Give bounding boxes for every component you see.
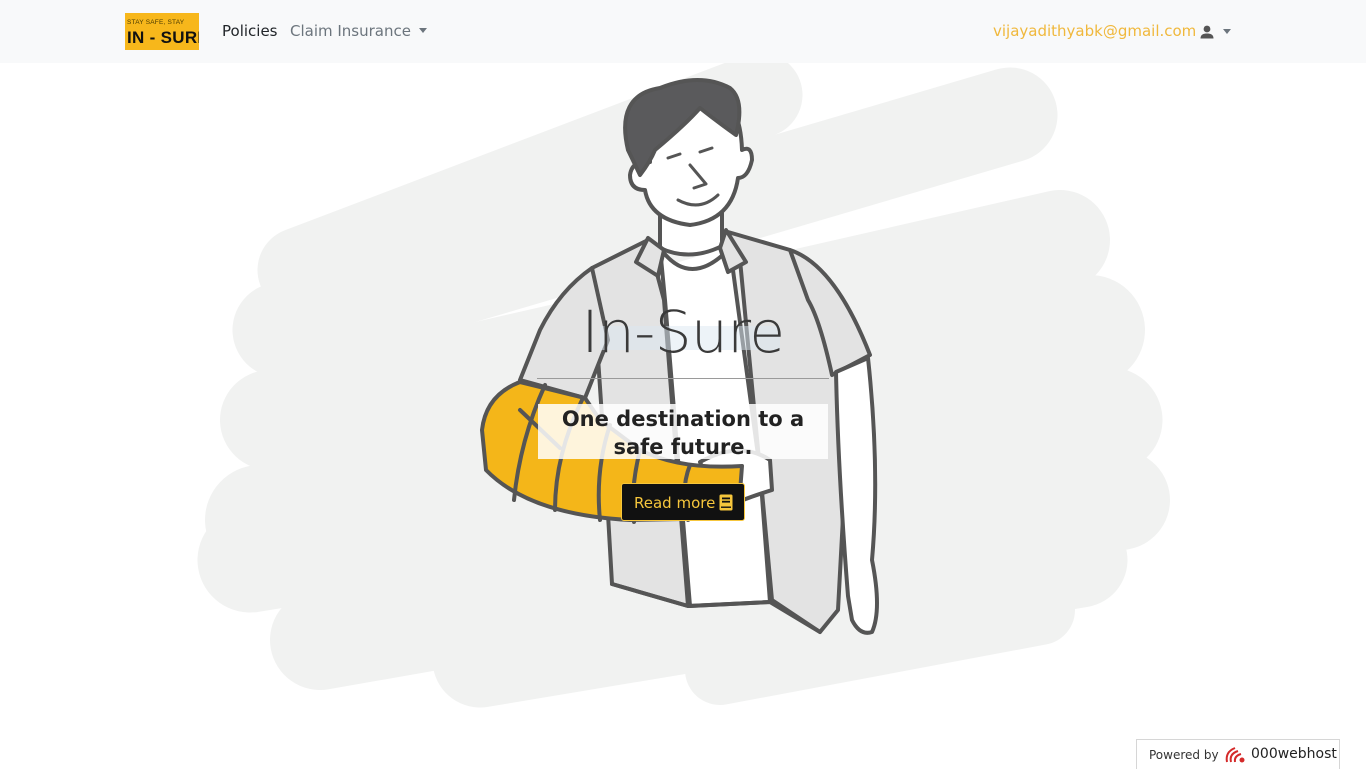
webhost-name: 000webhost (1251, 746, 1337, 762)
hero-title: In-Sure (581, 298, 785, 366)
hero-tagline: One destination to a safe future. (561, 407, 805, 459)
brand-name: IN - SURE (127, 28, 199, 47)
powered-by-badge[interactable]: Powered by 000webhost (1136, 739, 1340, 769)
brand-tagline: STAY SAFE, STAY (127, 19, 185, 26)
brand-logo[interactable]: STAY SAFE, STAY IN - SURE (125, 13, 199, 50)
webhost-logo-icon (1225, 747, 1245, 763)
user-icon (1200, 25, 1214, 39)
user-email[interactable]: vijayadithyabk@gmail.com (993, 22, 1196, 40)
top-navbar: STAY SAFE, STAY IN - SURE Policies Claim… (0, 0, 1366, 63)
hero-divider (537, 378, 829, 379)
user-menu-dropdown[interactable] (1199, 22, 1235, 42)
chevron-down-icon (1223, 29, 1231, 34)
nav-policies-link[interactable]: Policies (222, 21, 277, 41)
nav-claim-insurance-label: Claim Insurance (290, 22, 411, 40)
nav-claim-insurance-dropdown[interactable]: Claim Insurance (290, 21, 427, 41)
read-more-label: Read more (634, 494, 716, 512)
powered-by-text: Powered by (1149, 748, 1219, 762)
read-more-button[interactable]: Read more (621, 483, 745, 521)
chevron-down-icon (418, 28, 427, 33)
book-icon (719, 494, 733, 511)
